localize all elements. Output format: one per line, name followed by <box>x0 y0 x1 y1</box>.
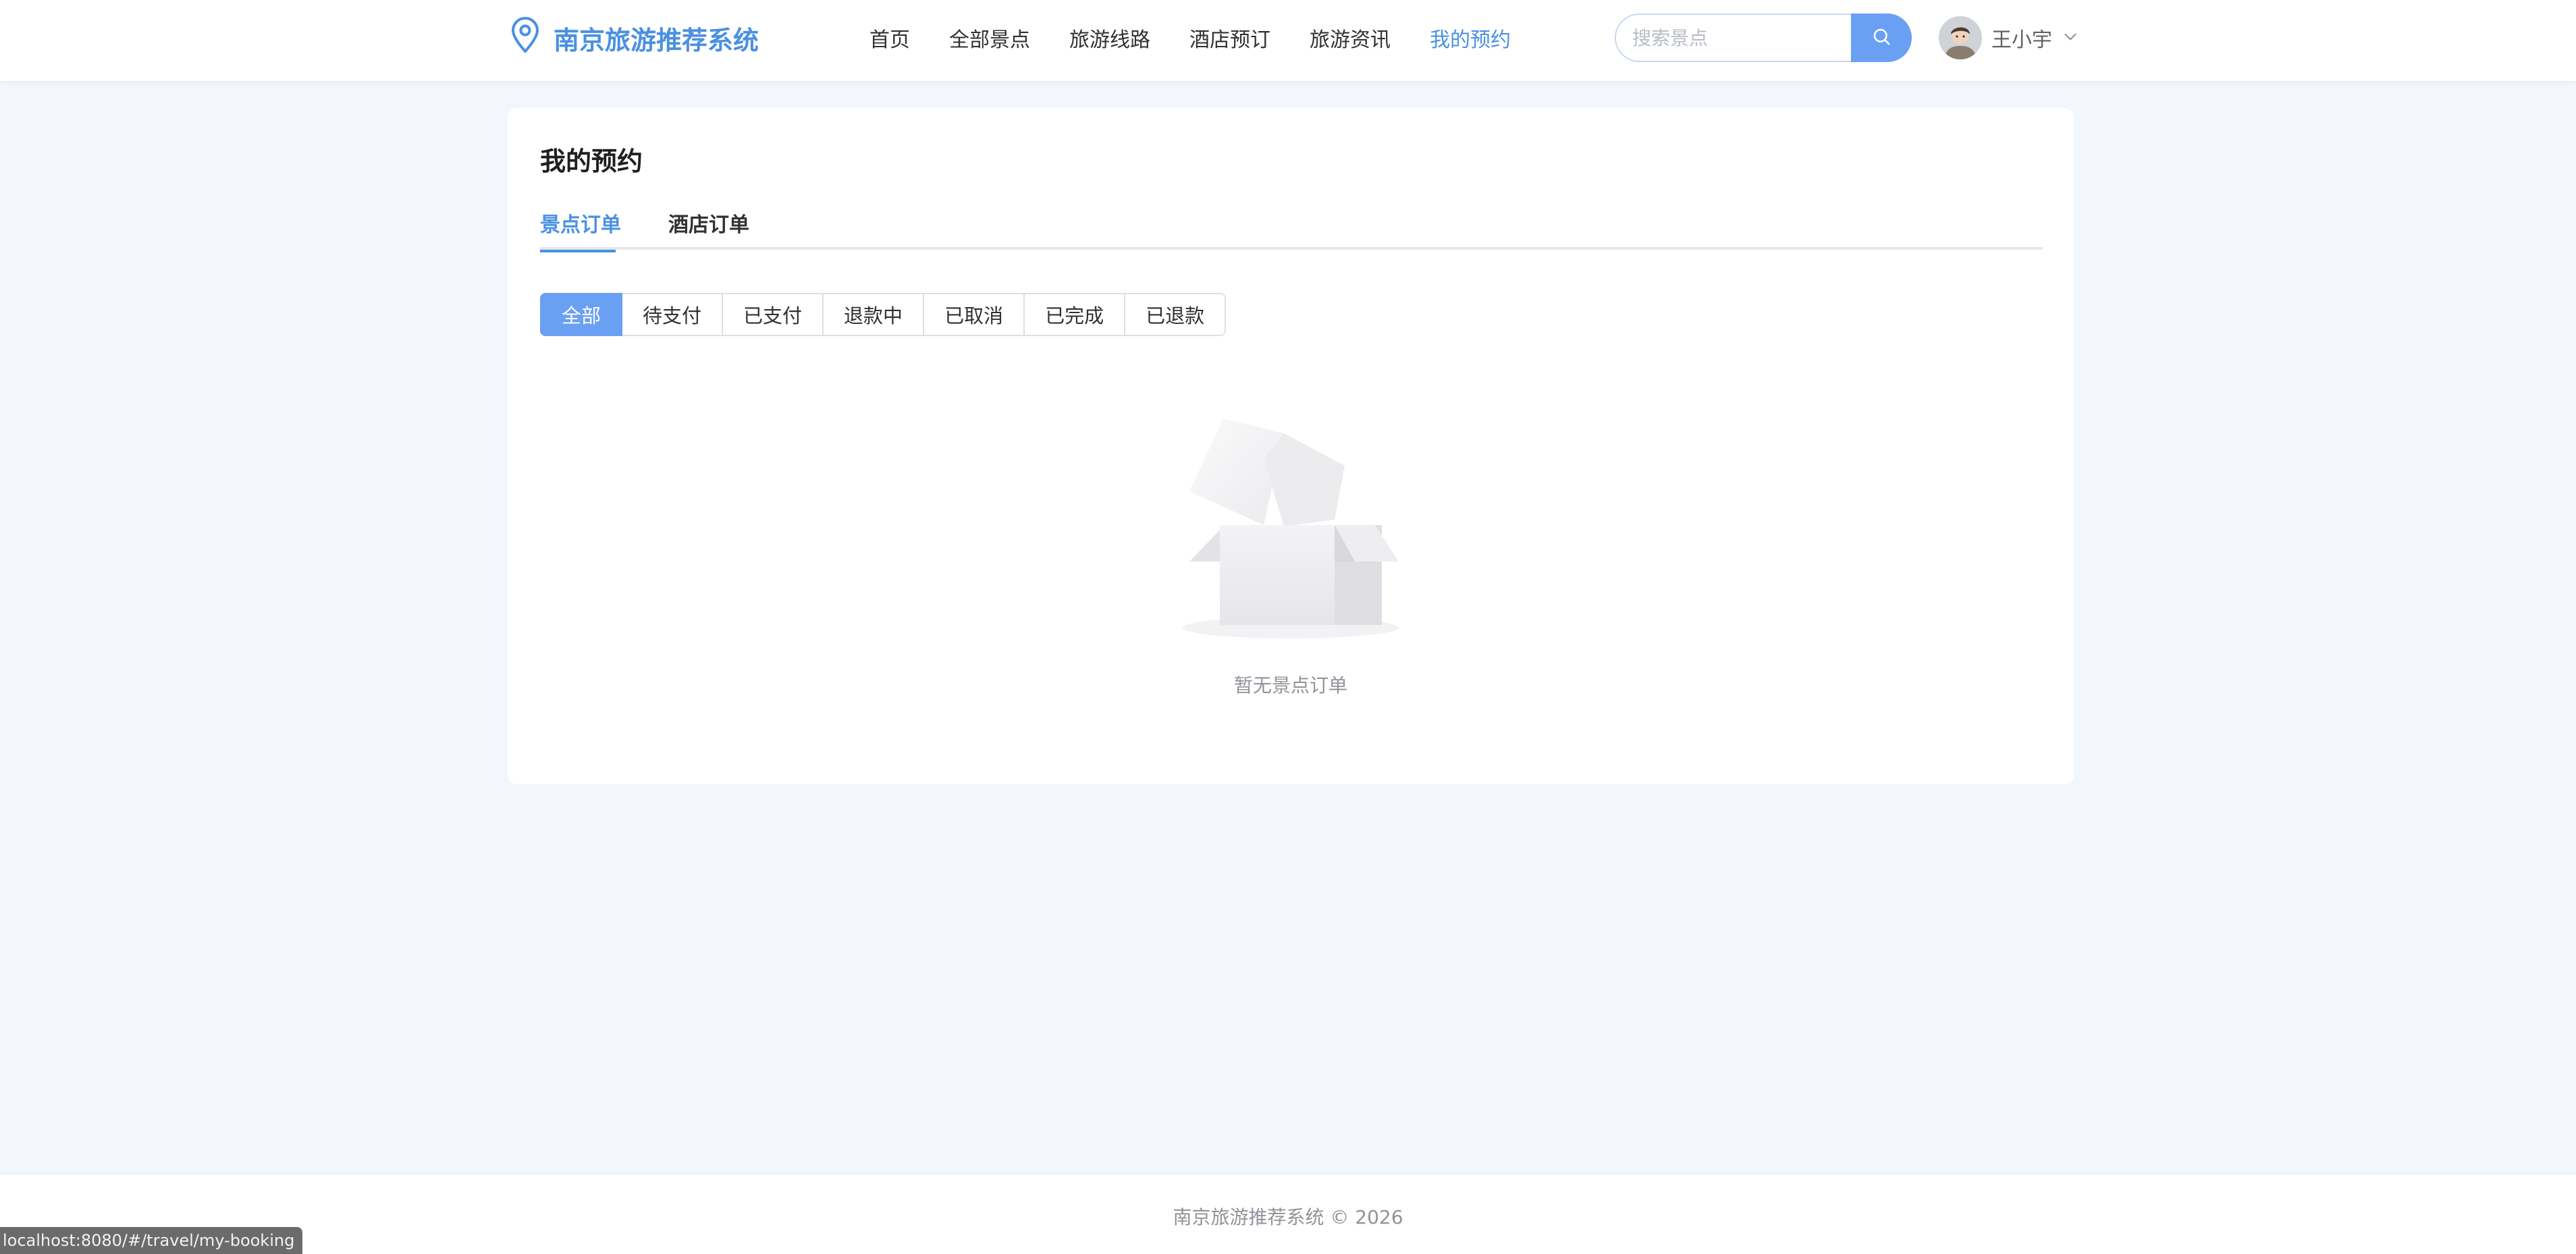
nav-travel-news[interactable]: 旅游资讯 <box>1310 23 1391 53</box>
nav-travel-routes[interactable]: 旅游线路 <box>1069 23 1150 53</box>
filter-cancelled[interactable]: 已取消 <box>923 293 1025 336</box>
empty-state-text: 暂无景点订单 <box>1233 674 1347 697</box>
search-icon <box>1871 26 1891 49</box>
avatar <box>1939 16 1982 59</box>
bookings-card: 我的预约 景点订单 酒店订单 全部 待支付 已支付 退款中 已取消 已完成 已退… <box>508 108 2074 784</box>
search-button[interactable] <box>1851 13 1912 62</box>
main-nav: 首页 全部景点 旅游线路 酒店预订 旅游资讯 我的预约 <box>869 20 1550 55</box>
status-filter-group: 全部 待支付 已支付 退款中 已取消 已完成 已退款 <box>540 293 1227 336</box>
footer-copyright: 南京旅游推荐系统 © 2026 <box>1173 1206 1403 1228</box>
tab-label: 景点订单 <box>540 213 621 237</box>
search-input[interactable] <box>1615 13 1851 62</box>
filter-refunding[interactable]: 退款中 <box>822 293 925 336</box>
page-title: 我的预约 <box>540 146 643 176</box>
nav-all-attractions[interactable]: 全部景点 <box>949 23 1030 53</box>
filter-pending-payment[interactable]: 待支付 <box>621 293 724 336</box>
filter-refunded[interactable]: 已退款 <box>1124 293 1227 336</box>
tab-attraction-orders[interactable]: 景点订单 <box>540 208 621 252</box>
logo-text: 南京旅游推荐系统 <box>554 25 759 55</box>
logo[interactable]: 南京旅游推荐系统 <box>509 16 759 60</box>
nav-hotel-booking[interactable]: 酒店预订 <box>1189 23 1270 53</box>
user-name: 王小宇 <box>1991 28 2052 52</box>
top-navbar: 南京旅游推荐系统 首页 全部景点 旅游线路 酒店预订 旅游资讯 我的预约 搜索景… <box>0 0 2576 81</box>
nav-my-bookings[interactable]: 我的预约 <box>1430 23 1511 53</box>
tab-label: 酒店订单 <box>668 213 749 237</box>
status-bar-url: localhost:8080/#/travel/my-booking <box>0 1227 303 1254</box>
location-pin-icon <box>509 16 541 60</box>
filter-completed[interactable]: 已完成 <box>1023 293 1126 336</box>
order-type-tabs: 景点订单 酒店订单 <box>540 208 2043 252</box>
filter-paid[interactable]: 已支付 <box>722 293 824 336</box>
search-bar <box>1615 13 1912 62</box>
nav-home[interactable]: 首页 <box>869 23 910 53</box>
footer: 南京旅游推荐系统 © 2026 <box>0 1173 2576 1254</box>
user-menu[interactable]: 王小宇 <box>1939 15 2079 61</box>
chevron-down-icon <box>2062 28 2079 48</box>
filter-all[interactable]: 全部 <box>540 293 623 336</box>
empty-box-icon <box>1183 418 1399 648</box>
active-tab-indicator <box>540 250 616 252</box>
tab-hotel-orders[interactable]: 酒店订单 <box>668 208 749 250</box>
